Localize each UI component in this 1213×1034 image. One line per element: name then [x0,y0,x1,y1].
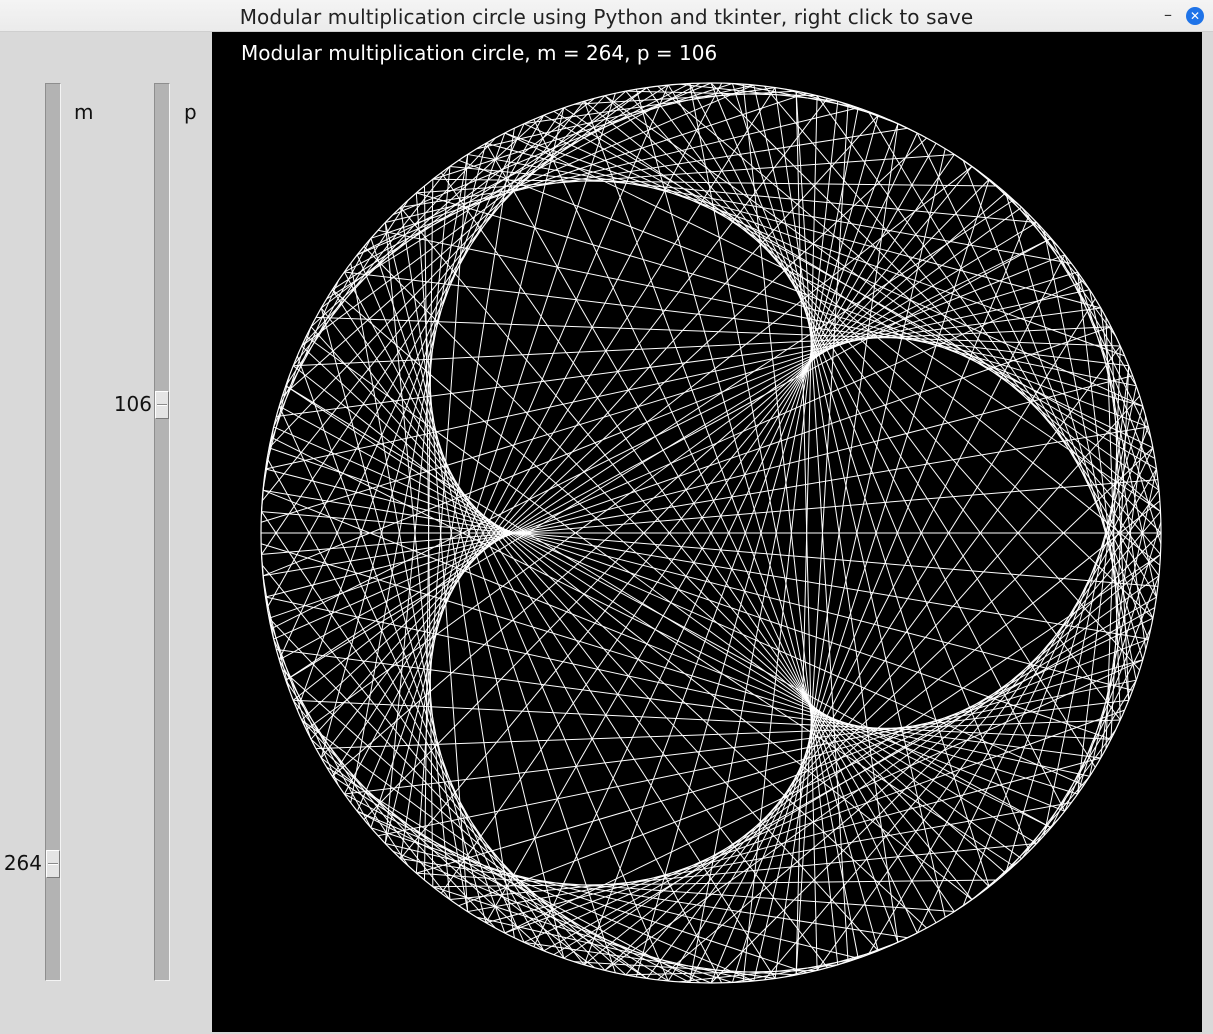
drawing-canvas[interactable]: Modular multiplication circle, m = 264, … [212,32,1202,1032]
chord-line [916,447,1154,934]
m-slider-thumb[interactable] [46,850,60,878]
chord-line [262,426,275,491]
chord-line [400,127,908,208]
canvas-caption: Modular multiplication circle, m = 264, … [241,41,718,65]
chord-line [1100,416,1147,759]
chord-line [370,827,807,974]
chord-line [742,84,839,965]
chord-line [268,326,1112,619]
chord-line [296,355,506,934]
chord-line [261,511,1158,587]
m-slider-label: m [74,100,94,124]
p-slider-label: p [184,100,197,124]
chord-line [504,709,1125,934]
chord-line [326,84,669,300]
chord-line [261,479,265,512]
chord-line [399,128,515,859]
chord-line [301,719,496,929]
chord-line [273,280,339,428]
chord-line [731,83,990,887]
chord-line [1005,406,1144,874]
chord-line [285,385,1037,844]
close-button[interactable]: ✕ [1186,7,1204,25]
window-title: Modular multiplication circle using Pyth… [239,5,974,29]
chord-line [399,207,515,938]
chord-line [344,793,701,984]
chord-line [268,447,1112,740]
chord-line [1089,468,1157,777]
p-slider-thumb[interactable] [155,391,169,419]
chord-line [278,406,525,943]
chord-line [523,659,1143,943]
chord-line [392,82,712,216]
minimize-button[interactable]: – [1160,6,1176,24]
chord-line [731,179,990,983]
window-edge [1202,32,1213,1034]
chord-line [278,659,372,828]
chord-line [504,132,1125,357]
chord-line [625,90,1141,671]
chord-line [1036,679,1137,844]
chord-line [400,858,908,939]
chord-line [278,237,1052,661]
m-slider-trough[interactable] [45,83,61,981]
chord-line [543,607,1156,952]
p-slider-trough[interactable] [154,83,170,981]
m-slider-value: 264 [3,851,42,875]
chord-line [1064,575,1160,812]
chord-line [301,87,648,347]
chord-line [370,92,807,239]
chord-line [625,395,1141,976]
chord-line [916,132,1154,619]
chord-line [1005,192,1144,660]
chord-line [432,83,733,180]
chord-line [764,85,1161,555]
multiplication-circle-art [260,82,1162,984]
chord-line [533,119,918,934]
p-slider-value: 106 [113,392,152,416]
chord-line [400,207,973,900]
chord-lines [260,82,1162,984]
chord-line [867,111,1157,598]
title-bar: Modular multiplication circle using Pyth… [0,0,1213,32]
chord-line [262,489,1065,812]
chord-line [646,345,1121,979]
control-panel: m 264 p 106 [0,32,212,1034]
